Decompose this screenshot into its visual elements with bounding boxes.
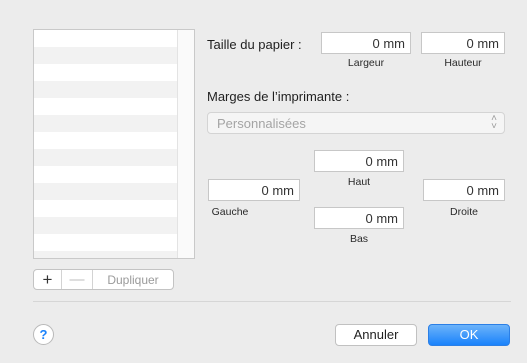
margins-label: Marges de l’imprimante : — [207, 89, 350, 104]
paper-height-field[interactable] — [421, 32, 505, 54]
cancel-button[interactable]: Annuler — [335, 324, 417, 346]
margin-top-field[interactable] — [314, 150, 404, 172]
margin-left-field[interactable] — [208, 179, 300, 201]
right-caption: Droite — [449, 206, 478, 218]
list-item[interactable] — [34, 200, 179, 217]
list-item[interactable] — [34, 251, 179, 258]
list-item[interactable] — [34, 30, 179, 47]
list-item[interactable] — [34, 234, 179, 251]
list-item[interactable] — [34, 98, 179, 115]
list-item[interactable] — [34, 217, 179, 234]
margins-popup[interactable]: Personnalisées ˄ ˅ — [207, 112, 505, 134]
separator — [33, 301, 511, 302]
left-caption: Gauche — [211, 206, 249, 218]
list-item[interactable] — [34, 183, 179, 200]
list-item[interactable] — [34, 166, 179, 183]
width-caption: Largeur — [347, 57, 385, 69]
help-button[interactable]: ? — [33, 324, 54, 345]
list-scrollbar[interactable] — [177, 30, 194, 258]
list-controls: + — Dupliquer — [33, 269, 174, 290]
ok-button[interactable]: OK — [428, 324, 510, 346]
plus-icon: + — [42, 269, 53, 289]
add-button[interactable]: + — [34, 270, 62, 289]
list-item[interactable] — [34, 81, 179, 98]
paper-width-field[interactable] — [321, 32, 411, 54]
minus-icon: — — [69, 271, 85, 288]
remove-button[interactable]: — — [62, 270, 93, 289]
list-item[interactable] — [34, 132, 179, 149]
list-item[interactable] — [34, 64, 179, 81]
list-item[interactable] — [34, 47, 179, 64]
list-item[interactable] — [34, 115, 179, 132]
margin-bottom-field[interactable] — [314, 207, 404, 229]
duplicate-button[interactable]: Dupliquer — [93, 270, 173, 289]
list-item[interactable] — [34, 149, 179, 166]
bottom-caption: Bas — [349, 233, 369, 245]
help-icon: ? — [39, 327, 48, 342]
paper-size-label: Taille du papier : — [207, 37, 302, 52]
height-caption: Hauteur — [444, 57, 482, 69]
margins-popup-value: Personnalisées — [217, 116, 306, 131]
list-rows — [34, 30, 179, 258]
paper-sizes-list[interactable] — [33, 29, 195, 259]
margin-right-field[interactable] — [423, 179, 505, 201]
top-caption: Haut — [347, 176, 371, 188]
updown-chevron-icon: ˄ ˅ — [491, 113, 497, 132]
